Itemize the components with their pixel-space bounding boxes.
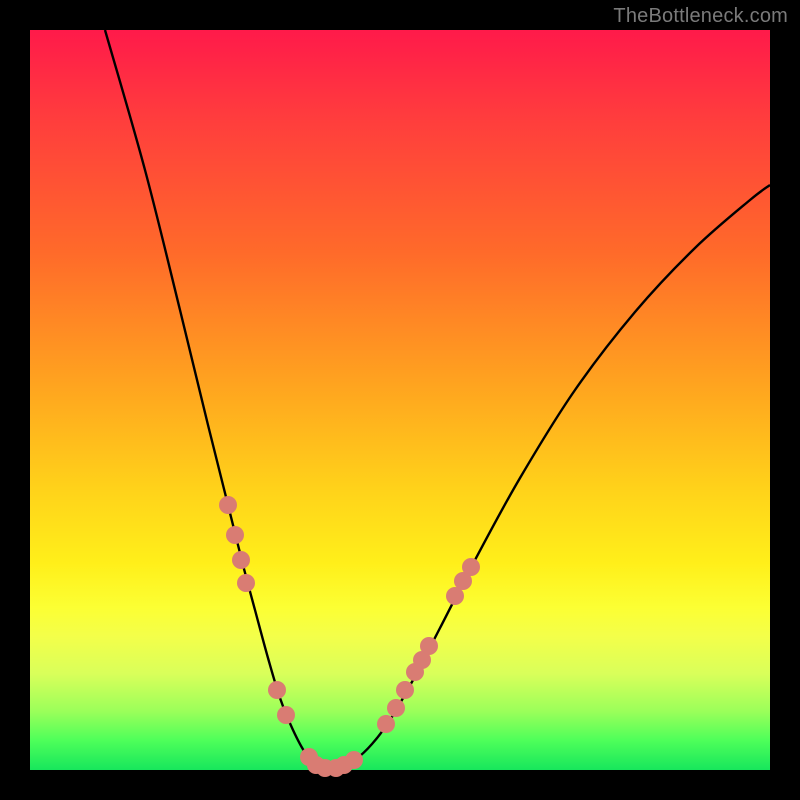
outer-frame: TheBottleneck.com xyxy=(0,0,800,800)
curve-right-branch xyxy=(326,185,770,769)
curve-left-branch xyxy=(105,30,326,769)
marker-dot xyxy=(277,706,295,724)
marker-dot xyxy=(219,496,237,514)
marker-dot xyxy=(387,699,405,717)
marker-dot xyxy=(226,526,244,544)
marker-dot xyxy=(377,715,395,733)
marker-dot xyxy=(396,681,414,699)
marker-dot xyxy=(420,637,438,655)
marker-dot xyxy=(345,751,363,769)
marker-dot xyxy=(268,681,286,699)
watermark-text: TheBottleneck.com xyxy=(613,5,788,28)
marker-dot xyxy=(232,551,250,569)
marker-dot xyxy=(237,574,255,592)
chart-svg xyxy=(30,30,770,770)
curve-markers xyxy=(219,496,480,777)
plot-area xyxy=(30,30,770,770)
marker-dot xyxy=(462,558,480,576)
